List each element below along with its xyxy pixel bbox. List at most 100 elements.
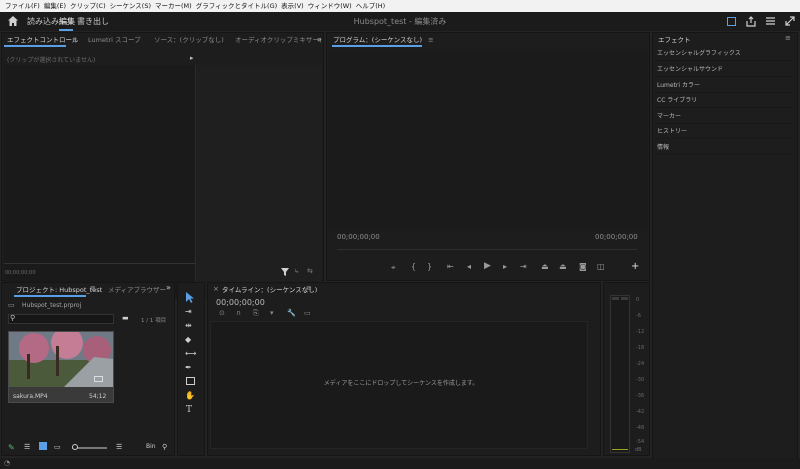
active-tab-indicator <box>59 29 73 31</box>
effects-item-essential-sound[interactable]: エッセンシャルサウンド <box>652 62 793 77</box>
add-marker-icon[interactable]: ▾ <box>270 309 274 317</box>
meter-tick: -30 <box>636 377 645 383</box>
write-mode-icon[interactable]: ✎ <box>8 443 15 452</box>
menu-sequence[interactable]: シーケンス(S) <box>108 0 153 12</box>
tab-import[interactable]: 読み込み <box>27 16 59 27</box>
tab-edit[interactable]: 編集 <box>59 16 75 27</box>
sort-icon[interactable]: ☰ <box>116 443 122 451</box>
quick-export-icon[interactable] <box>727 17 736 26</box>
new-item-icon[interactable]: Bin <box>146 443 156 450</box>
effects-item-essential-graphics[interactable]: エッセンシャルグラフィックス <box>652 46 793 61</box>
mark-out-icon[interactable]: } <box>427 262 432 271</box>
hand-tool-icon[interactable]: ✋ <box>185 391 195 400</box>
list-view-icon[interactable]: ☰ <box>24 443 30 451</box>
lift-icon[interactable]: ⏏ <box>541 262 549 271</box>
menu-help[interactable]: ヘルプ(H) <box>354 0 387 12</box>
more-tabs-icon[interactable]: » <box>166 283 171 292</box>
project-panel: プロジェクト: Hubspot_test ≡ メディアブラウザー » ▭ Hub… <box>1 282 175 456</box>
menu-file[interactable]: ファイル(F) <box>3 0 42 12</box>
program-title[interactable]: プログラム：(シーケンスなし) <box>333 36 422 44</box>
peak-indicator-left <box>612 297 619 300</box>
workspaces-menu-icon[interactable] <box>766 17 775 25</box>
expand-arrow-icon[interactable]: ▸ <box>190 54 194 62</box>
share-icon[interactable] <box>746 16 756 27</box>
no-clip-message: (クリップが選択されていません) <box>7 57 96 64</box>
workspace-bar: 読み込み 編集 書き出し Hubspot_test - 編集済み <box>0 12 800 31</box>
filter-icon[interactable] <box>281 268 289 276</box>
effects-item-cc-libraries[interactable]: CC ライブラリ <box>652 93 793 108</box>
effect-controls-panel: エフェクトコントロール ≡ Lumetri スコープ ソース：(クリップなし) … <box>1 32 325 299</box>
menu-graphics[interactable]: グラフィックとタイトル(G) <box>194 0 279 12</box>
status-bar: ◔ <box>0 458 800 469</box>
slip-tool-icon[interactable]: ⟷ <box>185 349 196 358</box>
captions-icon[interactable]: ▭ <box>304 309 311 317</box>
more-tabs-icon[interactable]: » <box>317 34 322 46</box>
comparison-view-icon[interactable]: ◫ <box>597 262 605 271</box>
tab-media-browser[interactable]: メディアブラウザー <box>108 284 166 296</box>
timeline-timecode[interactable]: 00;00;00;00 <box>216 298 265 307</box>
step-back-icon[interactable]: ◂ <box>467 262 471 271</box>
clip-thumbnail-card[interactable]: sakura.MP4 54;12 <box>8 327 114 403</box>
program-timecode-current[interactable]: 00;00;00;00 <box>337 233 380 241</box>
linked-selection-icon[interactable]: ⎘ <box>253 309 259 318</box>
panel-menu-icon[interactable]: ≡ <box>785 34 791 42</box>
go-to-out-icon[interactable]: ⇥ <box>520 262 527 271</box>
snap-icon[interactable]: ∩ <box>236 309 241 317</box>
menu-bar: ファイル(F) 編集(E) クリップ(C) シーケンス(S) マーカー(M) グ… <box>0 0 800 12</box>
go-to-in-icon[interactable]: ⇤ <box>447 262 454 271</box>
menu-clip[interactable]: クリップ(C) <box>68 0 108 12</box>
step-forward-icon[interactable]: ▸ <box>503 262 507 271</box>
effects-item-markers[interactable]: マーカー <box>652 109 793 124</box>
tab-source[interactable]: ソース：(クリップなし) <box>154 34 224 46</box>
effects-item-lumetri-color[interactable]: Lumetri カラー <box>652 78 793 93</box>
effects-title[interactable]: エフェクト <box>658 34 691 46</box>
find-icon[interactable]: ⚲ <box>162 443 167 451</box>
export-frame-icon[interactable]: ◙ <box>579 262 587 271</box>
panel-menu-icon[interactable]: ≡ <box>90 284 96 292</box>
zoom-slider-handle[interactable] <box>72 444 78 450</box>
effects-item-history[interactable]: ヒストリー <box>652 124 793 139</box>
selection-tool-icon[interactable] <box>186 292 195 303</box>
fullscreen-icon[interactable] <box>785 16 795 26</box>
play-icon[interactable]: ▶ <box>484 261 491 271</box>
type-tool-icon[interactable]: T <box>186 405 192 415</box>
audio-meter-panel: 0 -6 -12 -18 -24 -30 -36 -42 -48 -54 dB <box>603 282 650 456</box>
button-editor-icon[interactable]: + <box>631 261 639 272</box>
menu-edit[interactable]: 編集(E) <box>42 0 68 12</box>
settings-icon[interactable]: 🔧 <box>287 309 296 317</box>
meter-tick: -24 <box>636 361 645 367</box>
home-icon[interactable] <box>7 15 19 27</box>
loop-icon[interactable]: ⇆ <box>307 267 313 275</box>
program-scrubber[interactable] <box>337 249 637 250</box>
menu-marker[interactable]: マーカー(M) <box>153 0 194 12</box>
item-count: 1 / 1 項目 <box>141 318 167 324</box>
ripple-edit-tool-icon[interactable]: ⇹ <box>185 321 192 330</box>
rectangle-tool-icon[interactable] <box>186 377 195 385</box>
export-icon[interactable]: ↳ <box>294 268 299 275</box>
menu-window[interactable]: ウィンドウ(W) <box>306 0 354 12</box>
panel-menu-icon[interactable]: ≡ <box>306 284 312 292</box>
mark-in-icon[interactable]: { <box>411 262 416 271</box>
tab-lumetri-scopes[interactable]: Lumetri スコープ <box>88 34 141 46</box>
freeform-view-icon[interactable]: ▭ <box>54 443 61 451</box>
razor-tool-icon[interactable]: ◆ <box>185 335 191 344</box>
timeline-panel: × タイムライン：(シーケンスなし) ≡ 00;00;00;00 ⊙ ∩ ⎘ ▾… <box>207 282 601 456</box>
effects-item-info[interactable]: 情報 <box>652 140 793 155</box>
timeline-drop-hint: メディアをここにドロップしてシーケンスを作成します。 <box>323 380 479 387</box>
add-marker-icon[interactable]: ⌖ <box>391 263 396 273</box>
project-search-input[interactable] <box>8 314 114 324</box>
tab-audio-clip-mixer[interactable]: オーディオクリップミキサー： <box>235 34 325 46</box>
timeline-title[interactable]: タイムライン：(シーケンスなし) <box>222 284 317 296</box>
menu-view[interactable]: 表示(V) <box>279 0 306 12</box>
close-icon[interactable]: × <box>213 285 219 293</box>
panel-menu-icon[interactable]: ≡ <box>72 34 77 46</box>
extract-icon[interactable]: ⏏ <box>559 262 567 271</box>
panel-menu-icon[interactable]: ≡ <box>428 36 433 44</box>
track-select-tool-icon[interactable]: ⇥ <box>185 307 192 316</box>
nest-icon[interactable]: ⊙ <box>219 309 225 317</box>
new-bin-icon[interactable]: ▬ <box>122 314 129 322</box>
program-video-area[interactable] <box>328 49 648 229</box>
tab-export[interactable]: 書き出し <box>77 16 109 27</box>
icon-view-icon[interactable] <box>39 442 47 450</box>
pen-tool-icon[interactable]: ✒ <box>185 363 192 372</box>
